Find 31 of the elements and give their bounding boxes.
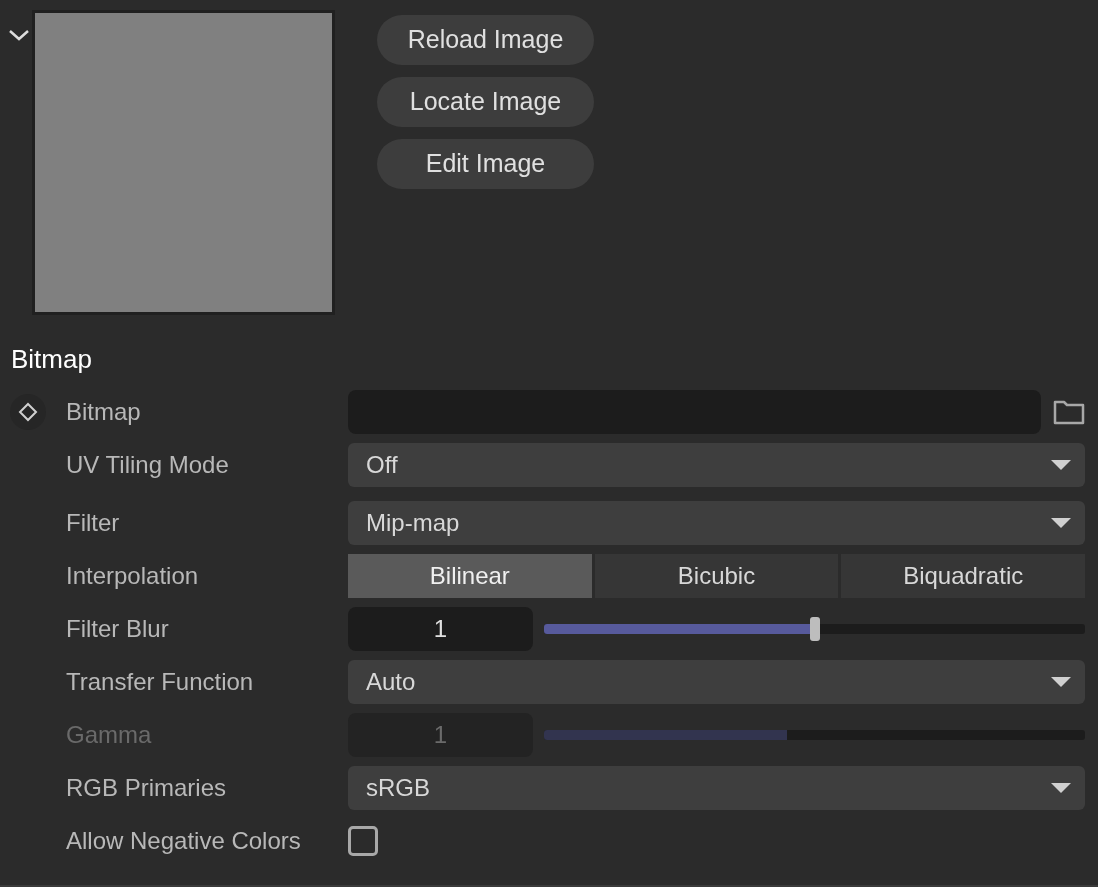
field-label: Filter Blur xyxy=(66,614,169,644)
checkbox[interactable] xyxy=(348,826,378,856)
chevron-down-icon[interactable] xyxy=(8,28,30,42)
caret-icon xyxy=(1051,783,1071,793)
dropdown[interactable]: sRGB xyxy=(348,766,1085,810)
field-label: Gamma xyxy=(66,720,152,750)
field-label: Filter xyxy=(66,508,120,538)
segment-button[interactable]: Bilinear xyxy=(348,554,592,598)
section-title: Bitmap xyxy=(11,344,92,374)
field-label: Allow Negative Colors xyxy=(66,826,301,856)
field-label: Interpolation xyxy=(66,561,199,591)
field-label: Bitmap xyxy=(66,397,141,427)
image-button[interactable]: Reload Image xyxy=(377,15,594,65)
keyframe-button[interactable] xyxy=(10,394,46,430)
slider-thumb[interactable] xyxy=(809,617,820,641)
number-field[interactable]: 1 xyxy=(348,607,533,651)
segment-button[interactable]: Biquadratic xyxy=(841,554,1085,598)
image-button[interactable]: Locate Image xyxy=(377,77,594,127)
caret-icon xyxy=(1051,677,1071,687)
dropdown[interactable]: Auto xyxy=(348,660,1085,704)
dropdown[interactable]: Off xyxy=(348,443,1085,487)
diamond-icon xyxy=(18,402,38,422)
field-label: Transfer Function xyxy=(66,667,254,697)
segment-button[interactable]: Bicubic xyxy=(594,554,839,598)
image-button[interactable]: Edit Image xyxy=(377,139,594,189)
caret-icon xyxy=(1051,460,1071,470)
field-label: UV Tiling Mode xyxy=(66,450,229,480)
field-label: RGB Primaries xyxy=(66,773,227,803)
dropdown[interactable]: Mip-map xyxy=(348,501,1085,545)
caret-icon xyxy=(1051,518,1071,528)
folder-icon[interactable] xyxy=(1053,399,1085,425)
